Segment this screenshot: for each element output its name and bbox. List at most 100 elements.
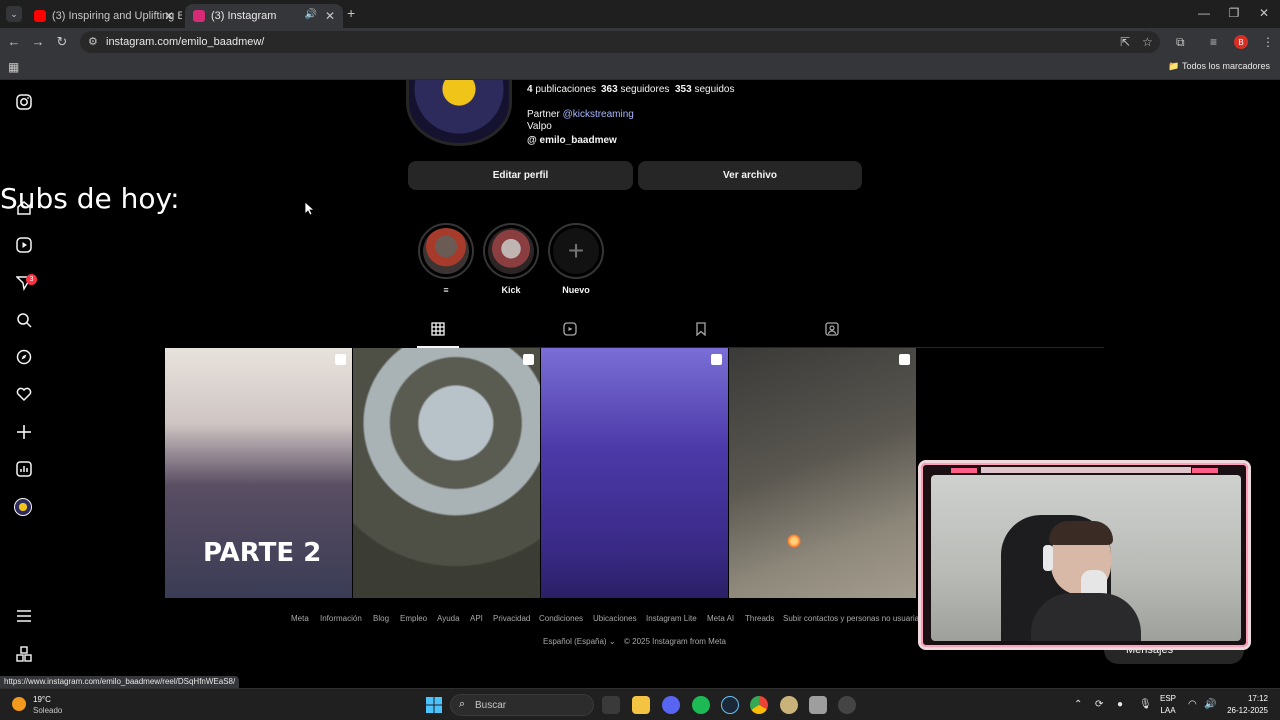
- app-icon[interactable]: [838, 696, 856, 714]
- post-thumbnail[interactable]: [729, 348, 916, 598]
- lang-top: ESP: [1160, 694, 1177, 703]
- instagram-logo-icon[interactable]: [14, 94, 34, 114]
- microphone-icon[interactable]: 🎙: [1139, 699, 1152, 710]
- footer-link[interactable]: Meta: [291, 614, 309, 623]
- kickstreaming-link[interactable]: @kickstreaming: [563, 109, 634, 120]
- heart-icon[interactable]: [14, 386, 34, 406]
- media-control-icon[interactable]: ≡: [1210, 35, 1217, 49]
- person-hair: [1049, 521, 1113, 545]
- posts-count: 4: [527, 84, 533, 95]
- footer-link[interactable]: Empleo: [400, 614, 427, 623]
- task-view-icon[interactable]: [602, 696, 620, 714]
- post-thumbnail[interactable]: [541, 348, 728, 598]
- tab-search-button[interactable]: ⌄: [6, 6, 22, 22]
- tab-posts-grid-icon[interactable]: [428, 322, 448, 340]
- posts-label: publicaciones: [535, 84, 596, 95]
- post-thumbnail[interactable]: PARTE 2: [165, 348, 352, 598]
- highlight-label: ≡: [443, 285, 449, 295]
- tab-reels-icon[interactable]: [560, 322, 580, 340]
- view-archive-button[interactable]: Ver archivo: [638, 161, 862, 190]
- extensions-icon[interactable]: ⧉: [1176, 35, 1185, 50]
- menu-kebab-icon[interactable]: ⋮: [1262, 35, 1274, 49]
- steam-icon[interactable]: [721, 696, 739, 714]
- footer-link[interactable]: Ubicaciones: [593, 614, 637, 623]
- footer-link[interactable]: Subir contactos y personas no usuarias: [783, 614, 923, 623]
- chevron-up-icon[interactable]: ⌃: [1074, 699, 1082, 710]
- volume-icon[interactable]: 🔊: [1204, 699, 1216, 710]
- apps-grid-icon[interactable]: ▦: [8, 60, 19, 74]
- close-tab-icon[interactable]: ✕: [164, 9, 174, 23]
- reels-icon[interactable]: [14, 237, 34, 257]
- footer-link[interactable]: Ayuda: [437, 614, 460, 623]
- tab-youtube[interactable]: (3) Inspiring and Uplifting Backg ✕: [26, 4, 182, 28]
- browser-toolbar: ← → ↻ ⚙ instagram.com/emilo_baadmew/ ⇱ ☆…: [0, 28, 1280, 56]
- wifi-icon[interactable]: ◠: [1188, 699, 1197, 710]
- posts-stat: 4 publicaciones: [527, 84, 596, 95]
- dashboard-icon[interactable]: [14, 461, 34, 481]
- tray-app-icon[interactable]: ●: [1117, 699, 1123, 710]
- following-stat[interactable]: 353 seguidos: [675, 84, 735, 95]
- language-selector[interactable]: Español (España) ⌄: [543, 637, 616, 646]
- minimize-icon[interactable]: —: [1194, 6, 1214, 20]
- footer-link[interactable]: Instagram Lite: [646, 614, 697, 623]
- profile-avatar-icon[interactable]: [14, 498, 34, 518]
- copyright-text: © 2025 Instagram from Meta: [624, 637, 726, 646]
- post-caption: PARTE 2: [203, 538, 322, 568]
- flame: [787, 534, 801, 548]
- clock[interactable]: 17:12 26-12-2025: [1227, 693, 1268, 717]
- app-icon[interactable]: [780, 696, 798, 714]
- site-info-icon[interactable]: ⚙: [88, 35, 98, 48]
- post-thumbnail[interactable]: [353, 348, 540, 598]
- tab-saved-bookmark-icon[interactable]: [691, 322, 711, 340]
- app-icon[interactable]: [809, 696, 827, 714]
- install-app-icon[interactable]: ⇱: [1120, 35, 1130, 49]
- bookmark-star-icon[interactable]: ☆: [1142, 35, 1153, 49]
- forward-arrow-icon[interactable]: →: [30, 34, 46, 49]
- profile-avatar[interactable]: B: [1234, 35, 1248, 49]
- edit-profile-button[interactable]: Editar perfil: [408, 161, 633, 190]
- discord-icon[interactable]: [662, 696, 680, 714]
- reload-icon[interactable]: ↻: [54, 34, 70, 50]
- threads-link[interactable]: @ emilo_baadmew: [527, 135, 617, 146]
- footer-link[interactable]: Threads: [745, 614, 774, 623]
- also-from-meta-icon[interactable]: [14, 646, 34, 666]
- taskbar-search[interactable]: ⌕ Buscar: [450, 694, 594, 716]
- footer-link[interactable]: API: [470, 614, 483, 623]
- windows-taskbar: 19°C Soleado ⌕ Buscar ⌃ ⟳ ● 🎙 ESP LAA ◠ …: [0, 688, 1280, 720]
- spotify-icon[interactable]: [692, 696, 710, 714]
- close-tab-icon[interactable]: ✕: [325, 9, 335, 23]
- tab-instagram[interactable]: (3) Instagram 🔊 ✕: [185, 4, 343, 28]
- footer-link[interactable]: Privacidad: [493, 614, 530, 623]
- chrome-icon[interactable]: [750, 696, 768, 714]
- sun-icon: [12, 697, 26, 711]
- file-explorer-icon[interactable]: [632, 696, 650, 714]
- new-tab-button[interactable]: +: [347, 5, 355, 21]
- highlight-kick[interactable]: [483, 223, 539, 279]
- audio-playing-icon[interactable]: 🔊: [305, 9, 317, 20]
- browser-tab-strip: ⌄ (3) Inspiring and Uplifting Backg ✕ (3…: [0, 0, 1280, 28]
- search-icon[interactable]: [14, 312, 34, 332]
- footer-link[interactable]: Información: [320, 614, 362, 623]
- language-indicator[interactable]: ESP LAA: [1160, 693, 1176, 717]
- restore-icon[interactable]: ❐: [1224, 6, 1244, 20]
- close-window-icon[interactable]: ✕: [1254, 6, 1274, 20]
- windows-start-icon[interactable]: [425, 696, 443, 714]
- plus-icon: +: [567, 235, 585, 266]
- headphones: [1043, 545, 1053, 571]
- highlight-new[interactable]: +: [548, 223, 604, 279]
- tab-tagged-icon[interactable]: [822, 322, 842, 340]
- create-plus-icon[interactable]: [14, 424, 34, 444]
- followers-stat[interactable]: 363 seguidores: [601, 84, 669, 95]
- all-bookmarks-button[interactable]: 📁 Todos los marcadores: [1168, 61, 1270, 72]
- explore-compass-icon[interactable]: [14, 349, 34, 369]
- highlight-1[interactable]: [418, 223, 474, 279]
- footer-link[interactable]: Meta AI: [707, 614, 734, 623]
- address-bar[interactable]: ⚙ instagram.com/emilo_baadmew/: [80, 31, 1160, 53]
- footer-link[interactable]: Condiciones: [539, 614, 583, 623]
- tray-app-icon[interactable]: ⟳: [1095, 699, 1103, 710]
- more-menu-icon[interactable]: [14, 608, 34, 628]
- highlight-label: Nuevo: [562, 285, 590, 295]
- profile-picture[interactable]: [406, 80, 512, 146]
- back-arrow-icon[interactable]: ←: [6, 34, 22, 49]
- footer-link[interactable]: Blog: [373, 614, 389, 623]
